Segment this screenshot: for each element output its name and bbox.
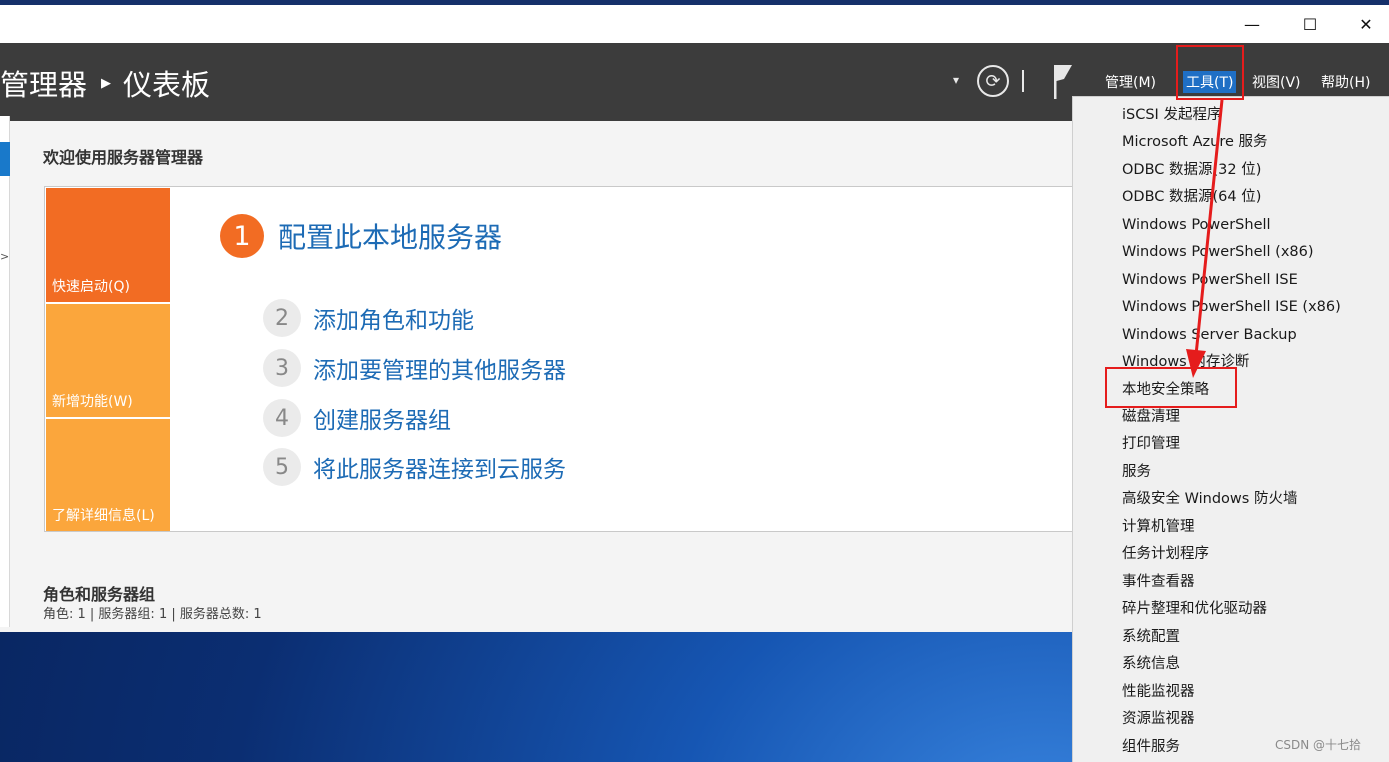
menu-help[interactable]: 帮助(H): [1321, 72, 1370, 92]
welcome-title: 欢迎使用服务器管理器: [43, 148, 204, 167]
history-dropdown-icon[interactable]: ▾: [953, 73, 959, 87]
header-divider: [1022, 70, 1024, 92]
minimize-icon: —: [1244, 14, 1260, 34]
notifications-flag-icon[interactable]: [1050, 61, 1076, 101]
menu-item-iscsi[interactable]: iSCSI 发起程序: [1122, 105, 1221, 125]
tile-whats-new[interactable]: 新增功能(W): [46, 304, 170, 417]
step-number: 1: [220, 214, 264, 258]
menu-item-event-viewer[interactable]: 事件查看器: [1122, 572, 1195, 592]
step-link[interactable]: 将此服务器连接到云服务: [313, 450, 566, 484]
step-connect-cloud[interactable]: 5 将此服务器连接到云服务: [263, 448, 566, 486]
menu-item-print-management[interactable]: 打印管理: [1122, 434, 1180, 454]
refresh-icon: ⟳: [985, 70, 1001, 92]
step-create-group[interactable]: 4 创建服务器组: [263, 399, 451, 437]
menu-item-firewall[interactable]: 高级安全 Windows 防火墙: [1122, 489, 1297, 509]
close-button[interactable]: ✕: [1343, 7, 1389, 41]
left-nav-selected-item[interactable]: [0, 142, 10, 176]
title-bar: — ☐ ✕: [0, 5, 1389, 43]
breadcrumb-separator-icon: ▶: [101, 75, 112, 91]
menu-item-task-scheduler[interactable]: 任务计划程序: [1122, 544, 1209, 564]
menu-item-odbc32[interactable]: ODBC 数据源(32 位): [1122, 160, 1261, 180]
step-add-servers[interactable]: 3 添加要管理的其他服务器: [263, 349, 566, 387]
step-link[interactable]: 添加要管理的其他服务器: [313, 351, 566, 385]
menu-item-system-information[interactable]: 系统信息: [1122, 654, 1180, 674]
annotation-highlight-tools: [1176, 45, 1244, 100]
maximize-button[interactable]: ☐: [1287, 7, 1333, 41]
menu-item-odbc64[interactable]: ODBC 数据源(64 位): [1122, 187, 1261, 207]
annotation-highlight-local-security-policy: [1105, 367, 1237, 408]
menu-item-powershell-ise-x86[interactable]: Windows PowerShell ISE (x86): [1122, 297, 1341, 317]
tile-learn-more[interactable]: 了解详细信息(L): [46, 419, 170, 531]
step-number: 3: [263, 349, 301, 387]
breadcrumb: 管理器 ▶ 仪表板: [0, 63, 210, 103]
menu-item-powershell-ise[interactable]: Windows PowerShell ISE: [1122, 270, 1298, 290]
menu-item-performance-monitor[interactable]: 性能监视器: [1122, 682, 1195, 702]
tools-dropdown-menu: iSCSI 发起程序 Microsoft Azure 服务 ODBC 数据源(3…: [1072, 96, 1389, 762]
watermark: CSDN @十七拾: [1275, 738, 1362, 752]
menu-item-azure[interactable]: Microsoft Azure 服务: [1122, 132, 1268, 152]
menu-item-resource-monitor[interactable]: 资源监视器: [1122, 709, 1195, 729]
step-link[interactable]: 配置此本地服务器: [278, 216, 502, 256]
breadcrumb-page: 仪表板: [123, 68, 211, 102]
refresh-button[interactable]: ⟳: [977, 65, 1009, 97]
step-number: 4: [263, 399, 301, 437]
left-nav-strip: [0, 116, 10, 627]
menu-item-disk-cleanup[interactable]: 磁盘清理: [1122, 407, 1180, 427]
menu-view[interactable]: 视图(V): [1252, 72, 1301, 92]
maximize-icon: ☐: [1302, 14, 1318, 34]
roles-summary: 角色: 1 | 服务器组: 1 | 服务器总数: 1: [43, 607, 262, 622]
tile-quick-start[interactable]: 快速启动(Q): [46, 188, 170, 302]
step-add-roles[interactable]: 2 添加角色和功能: [263, 299, 474, 337]
close-icon: ✕: [1359, 14, 1373, 34]
menu-item-system-configuration[interactable]: 系统配置: [1122, 627, 1180, 647]
roles-section-title: 角色和服务器组: [43, 585, 156, 604]
step-link[interactable]: 创建服务器组: [313, 401, 451, 435]
menu-manage[interactable]: 管理(M): [1105, 72, 1156, 92]
menu-item-powershell-x86[interactable]: Windows PowerShell (x86): [1122, 242, 1314, 262]
step-number: 5: [263, 448, 301, 486]
menu-item-component-services[interactable]: 组件服务: [1122, 737, 1180, 757]
minimize-button[interactable]: —: [1229, 7, 1275, 41]
menu-item-services[interactable]: 服务: [1122, 462, 1151, 482]
menu-item-computer-management[interactable]: 计算机管理: [1122, 517, 1195, 537]
menu-item-defragment[interactable]: 碎片整理和优化驱动器: [1122, 599, 1267, 619]
menu-item-server-backup[interactable]: Windows Server Backup: [1122, 325, 1297, 345]
step-link[interactable]: 添加角色和功能: [313, 301, 474, 335]
step-configure-local-server[interactable]: 1 配置此本地服务器: [220, 214, 502, 258]
menu-item-powershell[interactable]: Windows PowerShell: [1122, 215, 1271, 235]
expand-arrow-icon[interactable]: >: [0, 250, 9, 263]
step-number: 2: [263, 299, 301, 337]
breadcrumb-app[interactable]: 管理器: [0, 62, 87, 104]
